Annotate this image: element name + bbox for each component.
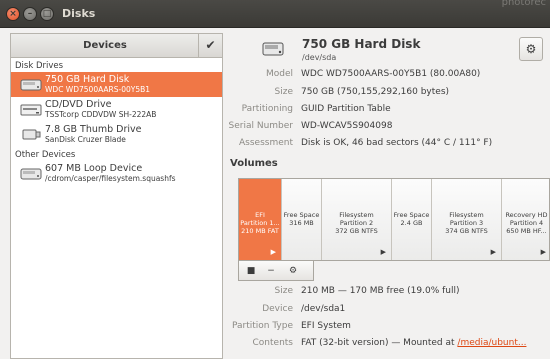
partition-label: 374 GB NTFS: [445, 227, 488, 235]
partition-label: Partition 4: [509, 219, 544, 227]
property-key: Assessment: [239, 138, 293, 148]
property-key: Model: [265, 69, 293, 79]
property-model: Model WDC WD7500AARS-00Y5B1 (80.00A80): [230, 69, 550, 83]
partition-label: 372 GB NTFS: [335, 227, 378, 235]
disk-details-panel: 750 GB Hard Disk /dev/sda ⚙ Model WDC WD7…: [228, 33, 550, 359]
volumes-heading: Volumes: [230, 158, 278, 169]
select-mode-button[interactable]: ✔: [198, 34, 222, 57]
volume-map: EFI Partition 1... 210 MB FAT ▶ Free Spa…: [238, 178, 550, 261]
property-key: Partitioning: [241, 104, 293, 114]
property-key: Device: [262, 304, 293, 314]
disk-path: /dev/sda: [302, 53, 337, 62]
property-value: GUID Partition Table: [301, 104, 391, 114]
hard-disk-icon: [20, 79, 42, 91]
partition-2[interactable]: Filesystem Partition 2 372 GB NTFS ▶: [322, 179, 392, 260]
volume-contents: Contents FAT (32-bit version) — Mounted a…: [230, 338, 550, 352]
partition-3[interactable]: Filesystem Partition 3 374 GB NTFS ▶: [432, 179, 502, 260]
other-devices-heading: Other Devices: [15, 150, 76, 160]
stop-button[interactable]: ■: [241, 263, 261, 279]
partition-label: 210 MB FAT: [241, 227, 279, 235]
partition-label: EFI: [255, 211, 265, 219]
sidebar-item-cd-dvd[interactable]: CD/DVD Drive TSSTcorp CDDVDW SH-222AB: [11, 97, 222, 122]
device-name: CD/DVD Drive: [45, 99, 112, 110]
sidebar-header: Devices ✔: [11, 34, 222, 58]
mount-point-link[interactable]: /media/ubunt...: [457, 338, 526, 348]
disk-title: 750 GB Hard Disk: [302, 37, 421, 51]
device-name: 7.8 GB Thumb Drive: [45, 124, 142, 135]
partition-label: 316 MB: [289, 219, 314, 227]
partition-free-space-1[interactable]: Free Space 316 MB: [282, 179, 322, 260]
minimize-window-button[interactable]: –: [23, 7, 37, 21]
partition-label: Free Space: [393, 211, 430, 219]
optical-drive-icon: [20, 104, 42, 116]
gear-icon: ⚙: [525, 42, 537, 56]
property-value: Disk is OK, 46 bad sectors (44° C / 111°…: [301, 138, 493, 148]
disk-settings-button[interactable]: ⚙: [519, 37, 543, 61]
window-titlebar: × – □ Disks photorec: [0, 0, 550, 28]
property-value: 210 MB — 170 MB free (19.0% full): [301, 286, 460, 296]
partition-arrow-icon: ▶: [540, 248, 546, 256]
loop-device-icon: [20, 168, 42, 180]
close-window-button[interactable]: ×: [6, 7, 20, 21]
usb-drive-icon: [22, 129, 41, 140]
property-value: WD-WCAV5S904098: [301, 121, 393, 131]
partition-4[interactable]: Recovery HD Partition 4 650 MB HF... ▶: [502, 179, 549, 260]
partition-arrow-icon: ▶: [270, 248, 276, 256]
contents-text: FAT (32-bit version) — Mounted at: [301, 338, 458, 348]
property-size: Size 750 GB (750,155,292,160 bytes): [230, 87, 550, 101]
gears-icon: ⚙: [288, 266, 298, 276]
partition-label: 2.4 GB: [400, 219, 423, 227]
partition-arrow-icon: ▶: [490, 248, 496, 256]
partition-label: Partition 3: [449, 219, 484, 227]
sidebar-item-hard-disk[interactable]: 750 GB Hard Disk WDC WD7500AARS-00Y5B1: [11, 72, 222, 97]
partition-label: Filesystem: [449, 211, 484, 219]
background-window-title: photorec: [501, 0, 546, 8]
maximize-window-button[interactable]: □: [40, 7, 54, 21]
hard-disk-icon: [262, 42, 284, 56]
sidebar-title: Devices: [83, 40, 127, 51]
partition-label: Partition 2: [339, 219, 374, 227]
device-name: 607 MB Loop Device: [45, 163, 143, 174]
partition-settings-button[interactable]: ⚙: [283, 263, 303, 279]
volume-device: Device/dev/sda1: [230, 304, 550, 318]
device-model: WDC WD7500AARS-00Y5B1: [45, 85, 151, 94]
volume-toolbar: ■ − ⚙: [238, 261, 314, 281]
property-key: Size: [274, 87, 293, 97]
property-value: WDC WD7500AARS-00Y5B1 (80.00A80): [301, 69, 481, 79]
sidebar-item-thumb-drive[interactable]: 7.8 GB Thumb Drive SanDisk Cruzer Blade: [11, 122, 222, 147]
property-partitioning: Partitioning GUID Partition Table: [230, 104, 550, 118]
property-value: /dev/sda1: [301, 304, 346, 314]
property-serial: Serial Number WD-WCAV5S904098: [228, 121, 550, 135]
property-value: FAT (32-bit version) — Mounted at /media…: [301, 338, 526, 348]
delete-partition-button[interactable]: −: [261, 263, 281, 279]
property-assessment: Assessment Disk is OK, 46 bad sectors (44…: [230, 138, 550, 152]
devices-sidebar: Devices ✔ Disk Drives 750 GB Hard Disk W…: [10, 33, 223, 359]
partition-arrow-icon: ▶: [380, 248, 386, 256]
minus-icon: −: [267, 266, 275, 276]
property-value: 750 GB (750,155,292,160 bytes): [301, 87, 450, 97]
window-title: Disks: [62, 7, 96, 20]
partition-free-space-2[interactable]: Free Space 2.4 GB: [392, 179, 432, 260]
property-key: Serial Number: [228, 121, 293, 131]
device-model: TSSTcorp CDDVDW SH-222AB: [45, 110, 157, 119]
partition-label: Partition 1...: [240, 219, 280, 227]
property-key: Contents: [252, 338, 293, 348]
stop-icon: ■: [246, 266, 256, 276]
disk-drives-heading: Disk Drives: [15, 61, 64, 71]
partition-label: Recovery HD: [505, 211, 548, 219]
device-name: 750 GB Hard Disk: [45, 74, 130, 85]
partition-label: Free Space: [283, 211, 320, 219]
partition-efi[interactable]: EFI Partition 1... 210 MB FAT ▶: [239, 179, 282, 260]
sidebar-item-loop-device[interactable]: 607 MB Loop Device /cdrom/casper/filesys…: [11, 161, 222, 186]
property-key: Partition Type: [231, 321, 293, 331]
property-key: Size: [274, 286, 293, 296]
property-value: EFI System: [301, 321, 351, 331]
partition-label: Filesystem: [339, 211, 374, 219]
volume-size: Size 210 MB — 170 MB free (19.0% full): [230, 286, 550, 300]
device-model: SanDisk Cruzer Blade: [45, 135, 126, 144]
device-path: /cdrom/casper/filesystem.squashfs: [45, 174, 176, 183]
partition-label: 650 MB HF...: [506, 227, 547, 235]
volume-partition-type: Partition Type EFI System: [230, 321, 550, 335]
